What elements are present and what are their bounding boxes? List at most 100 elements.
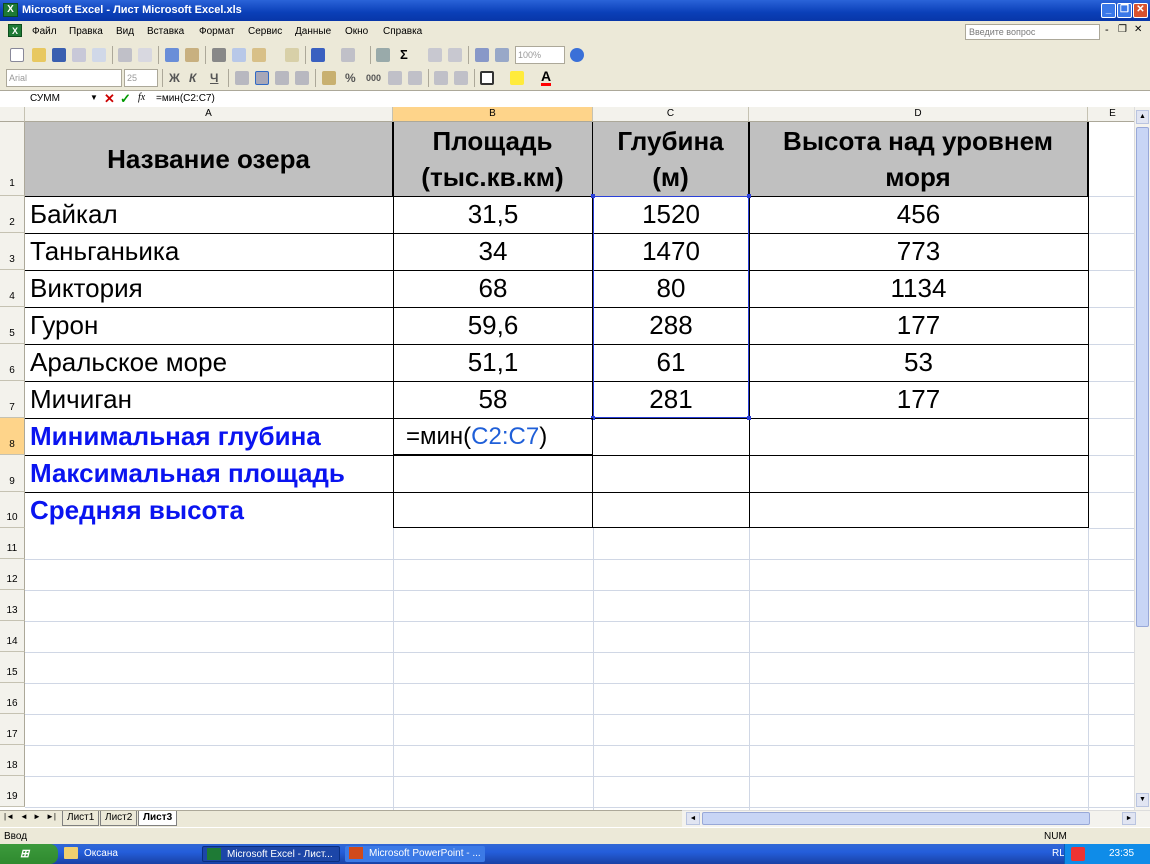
help-search-input[interactable]: Введите вопрос (965, 24, 1100, 40)
percent-icon[interactable]: % (345, 71, 356, 85)
name-box[interactable]: СУММ (2, 91, 98, 107)
vertical-scroll-thumb[interactable] (1136, 127, 1149, 627)
menu-file[interactable]: Файл (32, 26, 57, 37)
merge-center-icon[interactable] (295, 71, 309, 85)
italic-icon[interactable]: К (189, 71, 196, 85)
row-header-7[interactable]: 7 (0, 381, 25, 418)
row-header-3[interactable]: 3 (0, 233, 25, 270)
cell-b4[interactable]: 68 (393, 270, 593, 307)
increase-indent-icon[interactable] (454, 71, 468, 85)
chart-wizard-icon[interactable] (475, 48, 489, 62)
row-header-10[interactable]: 10 (0, 492, 25, 528)
cell-a9-max-area[interactable]: Максимальная площадь (30, 455, 345, 492)
fill-color-icon[interactable] (510, 71, 524, 85)
taskbar-item-powerpoint[interactable]: Microsoft PowerPoint - ... (345, 846, 485, 862)
column-header-d[interactable]: D (749, 107, 1088, 122)
increase-decimal-icon[interactable] (388, 71, 402, 85)
save-icon[interactable] (52, 48, 66, 62)
paste-icon[interactable] (252, 48, 266, 62)
cell-a7[interactable]: Мичиган (30, 381, 132, 418)
cell-b5[interactable]: 59,6 (393, 307, 593, 344)
taskbar-item-excel[interactable]: Microsoft Excel - Лист... (202, 846, 340, 862)
doc-close-icon[interactable]: ✕ (1134, 24, 1142, 35)
print-preview-icon[interactable] (138, 48, 152, 62)
help-icon[interactable] (570, 48, 584, 62)
thousands-icon[interactable]: 000 (366, 73, 381, 83)
decrease-indent-icon[interactable] (434, 71, 448, 85)
header-altitude[interactable]: Высота над уровнем моря (749, 122, 1088, 196)
row-header-12[interactable]: 12 (0, 559, 25, 590)
row-header-14[interactable]: 14 (0, 621, 25, 652)
spelling-icon[interactable] (165, 48, 179, 62)
menu-tools[interactable]: Сервис (248, 26, 282, 37)
document-icon[interactable]: X (8, 24, 22, 37)
underline-icon[interactable]: Ч (210, 71, 218, 85)
header-lake-name[interactable]: Название озера (25, 122, 393, 196)
cancel-icon[interactable]: ✕ (104, 91, 115, 107)
cell-a8-min-depth[interactable]: Минимальная глубина (30, 418, 321, 455)
header-depth[interactable]: Глубина (м) (593, 122, 749, 196)
header-area[interactable]: Площадь (тыс.кв.км) (393, 122, 593, 196)
row-header-15[interactable]: 15 (0, 652, 25, 683)
menu-help[interactable]: Справка (383, 26, 422, 37)
scroll-right-icon[interactable]: ► (1122, 812, 1136, 825)
menu-insert[interactable]: Вставка (147, 26, 184, 37)
prev-sheet-icon[interactable]: ◄ (20, 812, 28, 821)
bold-icon[interactable]: Ж (169, 71, 180, 85)
research-icon[interactable] (185, 48, 199, 62)
open-icon[interactable] (32, 48, 46, 62)
scroll-up-icon[interactable]: ▲ (1136, 110, 1149, 124)
column-header-e[interactable]: E (1088, 107, 1138, 122)
hyperlink-icon[interactable] (376, 48, 390, 62)
sort-ascending-icon[interactable] (428, 48, 442, 62)
excel-app-icon[interactable]: X (3, 3, 18, 17)
menu-window[interactable]: Окно (345, 26, 368, 37)
email-icon[interactable] (92, 48, 106, 62)
autosum-icon[interactable]: Σ (400, 47, 408, 62)
scroll-left-icon[interactable]: ◄ (686, 812, 700, 825)
copy-icon[interactable] (232, 48, 246, 62)
zoom-select[interactable]: 100% (515, 46, 565, 64)
taskbar-item-folder[interactable]: Оксана (60, 846, 124, 862)
currency-icon[interactable] (322, 71, 336, 85)
permission-icon[interactable] (72, 48, 86, 62)
cell-b2[interactable]: 31,5 (393, 196, 593, 233)
menu-view[interactable]: Вид (116, 26, 134, 37)
drawing-icon[interactable] (495, 48, 509, 62)
insert-function-icon[interactable]: fx (138, 92, 145, 103)
print-icon[interactable] (118, 48, 132, 62)
font-select[interactable]: Arial (6, 69, 122, 87)
cell-b6[interactable]: 51,1 (393, 344, 593, 381)
cell-a10-avg-height[interactable]: Средняя высота (30, 492, 244, 528)
cell-a4[interactable]: Виктория (30, 270, 143, 307)
cell-b7[interactable]: 58 (393, 381, 593, 418)
menu-edit[interactable]: Правка (69, 26, 103, 37)
cell-d5[interactable]: 177 (749, 307, 1088, 344)
cell-d3[interactable]: 773 (749, 233, 1088, 270)
cell-d6[interactable]: 53 (749, 344, 1088, 381)
next-sheet-icon[interactable]: ► (33, 812, 41, 821)
row-header-17[interactable]: 17 (0, 714, 25, 745)
row-header-1[interactable]: 1 (0, 122, 25, 196)
row-header-9[interactable]: 9 (0, 455, 25, 492)
redo-icon[interactable] (341, 48, 355, 62)
row-header-4[interactable]: 4 (0, 270, 25, 307)
cell-a2[interactable]: Байкал (30, 196, 118, 233)
row-header-6[interactable]: 6 (0, 344, 25, 381)
antivirus-icon[interactable] (1071, 847, 1085, 861)
start-button[interactable]: ⊞ (0, 844, 58, 864)
cell-d7[interactable]: 177 (749, 381, 1088, 418)
cell-b3[interactable]: 34 (393, 233, 593, 270)
sheet-tab-1[interactable]: Лист1 (62, 811, 100, 826)
minimize-button[interactable]: _ (1101, 3, 1116, 18)
column-header-c[interactable]: C (593, 107, 749, 122)
doc-minimize-icon[interactable]: - (1105, 24, 1109, 36)
row-header-16[interactable]: 16 (0, 683, 25, 714)
format-painter-icon[interactable] (285, 48, 299, 62)
cell-a6[interactable]: Аральское море (30, 344, 227, 381)
menu-data[interactable]: Данные (295, 26, 331, 37)
restore-button[interactable]: ❐ (1117, 3, 1132, 18)
last-sheet-icon[interactable]: ►| (46, 812, 56, 821)
cell-d2[interactable]: 456 (749, 196, 1088, 233)
align-right-icon[interactable] (275, 71, 289, 85)
